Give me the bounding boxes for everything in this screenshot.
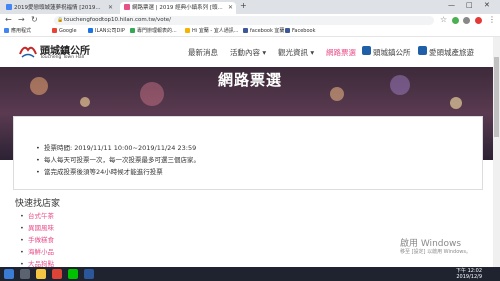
bokeh-light (80, 97, 90, 107)
bookmark-icon (185, 28, 190, 33)
windows-taskbar: 下午 12:02 2019/12/9 (0, 267, 500, 281)
close-window-icon[interactable]: ✕ (484, 1, 490, 9)
system-clock[interactable]: 下午 12:02 2019/12/9 (452, 268, 482, 280)
facebook-icon (243, 28, 248, 33)
word-icon[interactable] (84, 269, 94, 279)
page-title: 網路票選 (217, 71, 282, 89)
start-icon[interactable] (4, 269, 14, 279)
site-logo-subtitle: Toucheng Town Hall (40, 55, 85, 60)
quick-find-title: 快速找店家 (15, 199, 61, 209)
file-explorer-icon[interactable] (36, 269, 46, 279)
apps-icon (4, 28, 9, 33)
bookmark-item[interactable]: Facebook (285, 27, 316, 36)
browser-tab-2[interactable]: 網路票選 | 2019 經典小鎮系列 [頭... ✕ (120, 2, 236, 14)
close-tab-icon[interactable]: ✕ (228, 2, 233, 14)
store-category-link[interactable]: 手做糕食 (20, 234, 54, 246)
bookmark-item[interactable]: 專門辦理報表的... (130, 27, 177, 36)
tab-label: 2019愛戀頭城蓮夢祝福情 [2019... (14, 5, 101, 11)
address-bar: ← → ↻ 🔒 touchengfoodtop10.hilan.com.tw/v… (0, 14, 500, 27)
profile-avatar-icon[interactable] (475, 17, 482, 24)
url-text: touchengfoodtop10.hilan.com.tw/vote/ (64, 17, 171, 23)
forward-icon[interactable]: → (18, 15, 25, 24)
lock-icon: 🔒 (57, 17, 64, 23)
facebook-icon (285, 28, 290, 33)
store-category-link[interactable]: 海鮮小品 (20, 246, 54, 258)
bookmark-icon (88, 28, 93, 33)
browser-tab-bar: 2019愛戀頭城蓮夢祝福情 [2019... ✕ 網路票選 | 2019 經典小… (0, 0, 500, 14)
bookmark-item[interactable]: 應用程式 (4, 27, 31, 36)
extension-icon[interactable] (463, 17, 470, 24)
vote-period: 投票時間: 2019/11/11 10:00~2019/11/24 23:59 (36, 142, 200, 154)
town-hall-icon (362, 46, 371, 55)
bookmark-item[interactable]: Google (52, 27, 77, 36)
town-logo-icon (19, 46, 37, 58)
bookmark-star-icon[interactable]: ☆ (440, 15, 447, 24)
tab-label: 網路票選 | 2019 經典小鎮系列 [頭... (132, 5, 223, 11)
store-category-link[interactable]: 異國風味 (20, 222, 54, 234)
nav-tourism[interactable]: 觀光資訊 ▾ (278, 47, 314, 58)
vote-wait-note: 當完成投票後須等24小時候才能進行投票 (36, 166, 200, 178)
vote-rule: 每人每天可投票一次，每一次投票最多可選三個店家。 (36, 154, 200, 166)
windows-activation-note: 移至 [設定] 以啟用 Windows。 (400, 249, 471, 255)
bookmark-item[interactable]: facebook 宜蘭 (243, 27, 284, 36)
nav-town-hall[interactable]: 頭城鎮公所 (373, 47, 411, 58)
tab-favicon (6, 4, 12, 10)
new-tab-icon[interactable]: + (240, 1, 247, 10)
chrome-icon[interactable] (52, 269, 62, 279)
bookmark-item[interactable]: ILAN公司DIP (88, 27, 125, 36)
nav-events[interactable]: 活動內容 ▾ (230, 47, 266, 58)
nav-fan-page[interactable]: 愛頭城產旅遊 (429, 47, 474, 58)
vote-info-list: 投票時間: 2019/11/11 10:00~2019/11/24 23:59 … (36, 142, 200, 178)
close-tab-icon[interactable]: ✕ (108, 2, 113, 14)
task-view-icon[interactable] (20, 269, 30, 279)
vote-info-card: 投票時間: 2019/11/11 10:00~2019/11/24 23:59 … (13, 116, 483, 190)
site-navbar: 頭城鎮公所 Toucheng Town Hall 最新消息 活動內容 ▾ 觀光資… (0, 37, 500, 67)
back-icon[interactable]: ← (5, 15, 12, 24)
line-icon[interactable] (68, 269, 78, 279)
store-category-list: 台式午茶 異國風味 手做糕食 海鮮小品 大品狗點 (20, 210, 54, 270)
tab-favicon (124, 4, 130, 10)
google-icon (52, 28, 57, 33)
bokeh-light (450, 97, 462, 109)
minimize-icon[interactable]: — (448, 1, 455, 9)
reload-icon[interactable]: ↻ (31, 15, 38, 24)
page-scrollbar[interactable] (493, 37, 500, 267)
bookmarks-bar: 應用程式 Google ILAN公司DIP 專門辦理報表的... Hi 宜蘭 -… (0, 27, 500, 37)
scrollbar-thumb[interactable] (494, 57, 499, 137)
store-category-link[interactable]: 台式午茶 (20, 210, 54, 222)
menu-icon[interactable]: ⋮ (488, 15, 496, 24)
maximize-icon[interactable]: □ (466, 1, 473, 9)
extension-icon[interactable] (452, 17, 459, 24)
nav-online-vote[interactable]: 網路票選 (326, 47, 356, 58)
bookmark-icon (130, 28, 135, 33)
facebook-icon (418, 46, 427, 55)
clock-date: 2019/12/9 (456, 274, 482, 280)
browser-tab-1[interactable]: 2019愛戀頭城蓮夢祝福情 [2019... ✕ (2, 2, 116, 14)
nav-news[interactable]: 最新消息 (188, 47, 218, 58)
bookmark-item[interactable]: Hi 宜蘭 - 宜人通訊... (185, 27, 239, 36)
url-input[interactable]: 🔒 touchengfoodtop10.hilan.com.tw/vote/ (54, 16, 434, 25)
